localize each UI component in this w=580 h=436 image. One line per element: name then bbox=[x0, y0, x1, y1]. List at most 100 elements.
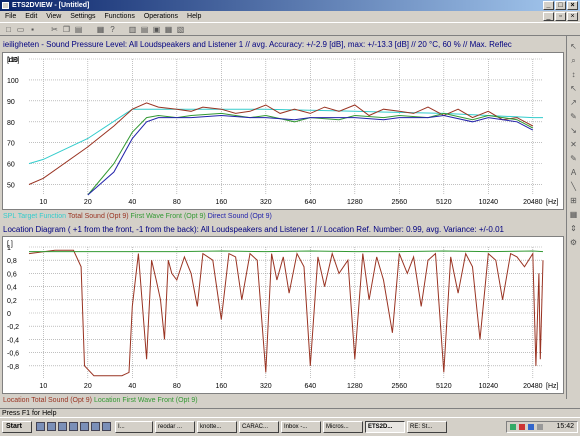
tool-icon-5[interactable]: ▧ bbox=[176, 25, 185, 34]
spl-x-tick-label: 640 bbox=[304, 199, 316, 206]
tray-icon-1[interactable] bbox=[510, 424, 516, 430]
location-x-tick-label: 10240 bbox=[479, 383, 499, 390]
task-button-1[interactable]: I... bbox=[115, 421, 153, 433]
line-tool-icon[interactable]: ╲ bbox=[569, 182, 578, 191]
task-button-2[interactable]: reodar ... bbox=[155, 421, 195, 433]
close-button[interactable]: × bbox=[567, 1, 578, 10]
location-x-unit: [Hz] bbox=[546, 383, 559, 390]
copy-icon[interactable]: ❐ bbox=[62, 25, 71, 34]
location-x-tick-label: 10 bbox=[39, 383, 47, 390]
quicklaunch-icon-2[interactable] bbox=[47, 422, 56, 431]
taskbar: Start I... reodar ... knotte... CARAC...… bbox=[0, 417, 580, 436]
spl-x-tick-label: 5120 bbox=[436, 199, 452, 206]
task-button-5[interactable]: Inbox -... bbox=[281, 421, 321, 433]
tool-icon-1[interactable]: ▥ bbox=[128, 25, 137, 34]
spl-x-tick-label: 10240 bbox=[479, 199, 499, 206]
help-icon[interactable]: ? bbox=[108, 25, 117, 34]
legend-location-total: Location Total Sound (Opt 9) bbox=[3, 397, 92, 404]
legend-location-first: Location First Wave Front (Opt 9) bbox=[93, 397, 198, 404]
inner-close-button[interactable]: × bbox=[567, 12, 578, 21]
maximize-button[interactable]: □ bbox=[555, 1, 566, 10]
open-folder-icon[interactable]: ▭ bbox=[16, 25, 25, 34]
menu-edit[interactable]: Edit bbox=[25, 13, 37, 20]
location-y-tick-label: -0,4 bbox=[7, 337, 19, 344]
location-x-tick-label: 5120 bbox=[436, 383, 452, 390]
status-text: Press F1 for Help bbox=[2, 410, 57, 417]
location-x-tick-label: 320 bbox=[260, 383, 272, 390]
quicklaunch-icon-7[interactable] bbox=[102, 422, 111, 431]
location-x-tick-label: 40 bbox=[128, 383, 136, 390]
legend-direct: Direct Sound (Opt 9) bbox=[207, 213, 272, 220]
zoom-icon[interactable]: ⌕ bbox=[569, 56, 578, 65]
inner-restore-button[interactable]: ▫ bbox=[555, 12, 566, 21]
legend-target: SPL Target Function bbox=[3, 213, 67, 220]
spl-x-tick-label: 1280 bbox=[347, 199, 363, 206]
fit-icon[interactable]: ⊞ bbox=[569, 196, 578, 205]
location-y-tick-label: -0,2 bbox=[7, 324, 19, 331]
spl-chart[interactable]: [dB] 10 20 40 80 160 320 640 1280 2560 5120 10240 2… bbox=[2, 52, 564, 210]
spl-y-tick-label: 70 bbox=[7, 141, 15, 148]
paste-icon[interactable]: ▤ bbox=[74, 25, 83, 34]
clock: 15:42 bbox=[556, 423, 574, 430]
new-file-icon[interactable]: □ bbox=[4, 25, 13, 34]
scale-icon[interactable]: ⇕ bbox=[569, 224, 578, 233]
spl-x-tick-label: 2560 bbox=[392, 199, 408, 206]
spl-x-tick-label: 160 bbox=[215, 199, 227, 206]
task-button-4[interactable]: CARAC... bbox=[239, 421, 279, 433]
measure-icon[interactable]: ↘ bbox=[569, 126, 578, 135]
tray-icon-4[interactable] bbox=[537, 424, 543, 430]
menu-settings[interactable]: Settings bbox=[70, 13, 95, 20]
location-legend: Location Total Sound (Opt 9) Location Fi… bbox=[3, 397, 198, 404]
app-icon bbox=[2, 2, 9, 9]
location-y-tick-label: 0,4 bbox=[7, 285, 17, 292]
print-icon[interactable]: ▦ bbox=[96, 25, 105, 34]
quicklaunch-icon-6[interactable] bbox=[91, 422, 100, 431]
save-icon[interactable]: ▪ bbox=[28, 25, 37, 34]
tray-icon-3[interactable] bbox=[528, 424, 534, 430]
menu-functions[interactable]: Functions bbox=[105, 13, 135, 20]
quicklaunch-icon-3[interactable] bbox=[58, 422, 67, 431]
pen-icon[interactable]: ✎ bbox=[569, 112, 578, 121]
tray-icon-2[interactable] bbox=[519, 424, 525, 430]
pan-icon[interactable]: ↕ bbox=[569, 70, 578, 79]
cursor-icon[interactable]: ↖ bbox=[569, 84, 578, 93]
side-toolbar: ↖ ⌕ ↕ ↖ ↗ ✎ ↘ ✕ ✎ A ╲ ⊞ ▦ ⇕ ⚙ bbox=[566, 36, 580, 399]
tool-icon-2[interactable]: ▤ bbox=[140, 25, 149, 34]
spl-chart-svg: [dB] 10 20 40 80 160 320 640 1280 2560 5120 10240 2… bbox=[7, 57, 559, 206]
marker-icon[interactable]: ↗ bbox=[569, 98, 578, 107]
spl-y-tick-label: 100 bbox=[7, 78, 19, 85]
location-x-tick-label: 80 bbox=[173, 383, 181, 390]
inner-minimize-button[interactable]: _ bbox=[543, 12, 554, 21]
spl-x-unit: [Hz] bbox=[546, 199, 559, 206]
location-x-tick-label: 2560 bbox=[392, 383, 408, 390]
task-button-3[interactable]: knotte... bbox=[197, 421, 237, 433]
quicklaunch-icon-4[interactable] bbox=[69, 422, 78, 431]
start-button[interactable]: Start bbox=[2, 421, 32, 433]
location-chart[interactable]: [ ] 10 20 40 80 160 320 640 1280 2560 5120 10240 20… bbox=[2, 236, 564, 394]
menu-help[interactable]: Help bbox=[187, 13, 201, 20]
tool-icon-3[interactable]: ▣ bbox=[152, 25, 161, 34]
task-button-7[interactable]: ETS2D... bbox=[365, 421, 405, 433]
grid-icon[interactable]: ▦ bbox=[569, 210, 578, 219]
quicklaunch-icon-1[interactable] bbox=[36, 422, 45, 431]
delete-icon[interactable]: ✕ bbox=[569, 140, 578, 149]
tool-icon-4[interactable]: ▦ bbox=[164, 25, 173, 34]
task-button-6[interactable]: Micros... bbox=[323, 421, 363, 433]
menu-operations[interactable]: Operations bbox=[144, 13, 178, 20]
location-y-tick-label: -0,8 bbox=[7, 364, 19, 371]
settings-tool-icon[interactable]: ⚙ bbox=[569, 238, 578, 247]
text-icon[interactable]: A bbox=[569, 168, 578, 177]
location-y-tick-label: -0,6 bbox=[7, 351, 19, 358]
pointer-icon[interactable]: ↖ bbox=[569, 42, 578, 51]
minimize-button[interactable]: _ bbox=[543, 1, 554, 10]
task-button-8[interactable]: RE: St... bbox=[407, 421, 447, 433]
menu-view[interactable]: View bbox=[46, 13, 61, 20]
annotate-icon[interactable]: ✎ bbox=[569, 154, 578, 163]
quicklaunch-icon-5[interactable] bbox=[80, 422, 89, 431]
location-x-tick-label: 160 bbox=[215, 383, 227, 390]
location-chart-svg: [ ] 10 20 40 80 160 320 640 1280 2560 5120 10240 20… bbox=[7, 241, 559, 390]
menu-file[interactable]: File bbox=[5, 13, 16, 20]
spl-chart-title: ieiligheten - Sound Pressure Level: All … bbox=[3, 40, 512, 49]
legend-first: First Wave Front (Opt 9) bbox=[130, 213, 206, 220]
cut-icon[interactable]: ✂ bbox=[50, 25, 59, 34]
